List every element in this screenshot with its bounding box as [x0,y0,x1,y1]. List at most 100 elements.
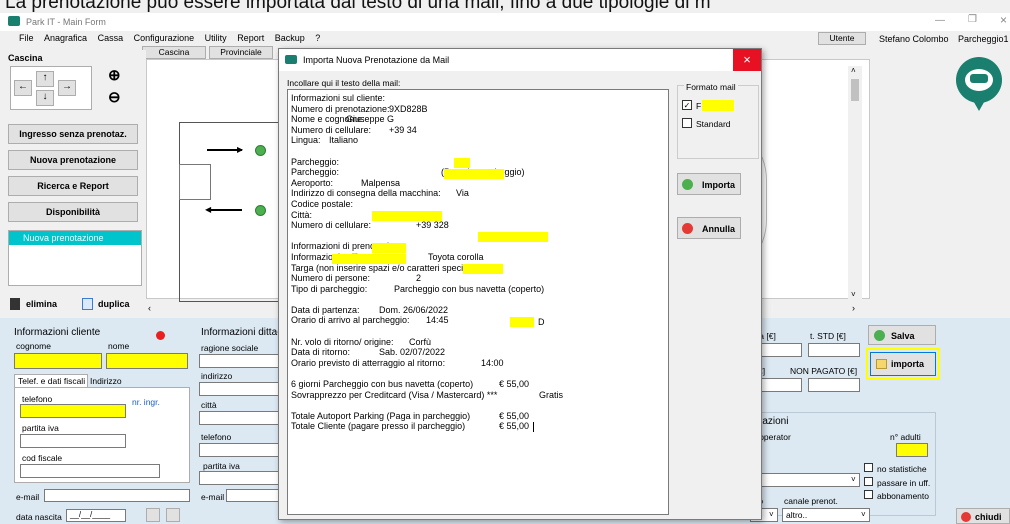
scroll-right-icon[interactable]: › [852,303,855,313]
ditta-partita-iva-input[interactable] [199,471,279,485]
tab-cascina[interactable]: Cascina [142,46,206,59]
mail-line-label: Aeroporto: [291,177,334,188]
data-nascita-input[interactable]: __/__/____ [66,509,126,522]
n-adulti-input[interactable] [896,443,928,457]
nome-input[interactable] [106,353,188,369]
mail-line-value: +39 328 [416,220,449,231]
mail-line-value: Parcheggio con bus navetta (coperto) [394,283,545,294]
trash-icon [10,298,20,310]
telefono-input[interactable] [20,404,126,418]
tab-indirizzo[interactable]: Indirizzo [88,375,124,387]
zoom-in-icon[interactable]: ⊕ [108,66,121,84]
ditta-email-input[interactable] [226,489,280,502]
window-close-icon[interactable]: × [1000,13,1007,27]
tab-provinciale[interactable]: Provinciale [209,46,273,59]
cod-fiscale-input[interactable] [20,464,160,478]
ditta-telefono-input[interactable] [199,443,279,457]
mail-line-value: Gratis [539,389,564,400]
menu-utility[interactable]: Utility [205,33,227,43]
list-item-selected[interactable]: Nuova prenotazione [9,231,141,245]
menu-help[interactable]: ? [315,33,320,43]
format-f-checkbox[interactable]: ✓ [682,100,692,110]
edit-pencil-icon[interactable] [146,508,160,522]
ditta-citta-label: città [201,400,217,410]
doc-icon[interactable] [166,508,180,522]
menu-file[interactable]: File [19,33,34,43]
non-pagato-input[interactable] [808,378,860,392]
arrow-down-icon[interactable]: ↓ [36,90,54,106]
ragione-sociale-label: ragione sociale [201,343,259,353]
nuova-prenotazione-button[interactable]: Nuova prenotazione [8,150,138,170]
salva-button[interactable]: Salva [868,325,936,345]
ditta-citta-input[interactable] [199,411,279,425]
prenotazioni-list[interactable]: Nuova prenotazione [8,230,142,286]
menu-report[interactable]: Report [237,33,264,43]
restore-icon[interactable]: ❐ [968,14,977,25]
status-dot-red [156,331,165,340]
partita-iva-label: partita iva [22,423,59,433]
ditta-indirizzo-label: indirizzo [201,371,233,381]
abbonamento-checkbox[interactable] [864,490,873,499]
cognome-input[interactable] [14,353,102,369]
mail-line: 6 giorni Parcheggio con bus navetta (cop… [291,379,663,390]
mail-line-label: Orario previsto di atterraggio al ritorn… [291,357,446,368]
email-input[interactable] [44,489,190,502]
mail-text-area[interactable]: Informazioni sul cliente: Numero di preno… [287,89,669,515]
dialog-close-icon[interactable]: × [733,49,761,71]
mail-line-value: Corfù [409,336,432,347]
arrow-up-icon[interactable]: ↑ [36,71,54,87]
duplica-button[interactable]: duplica [80,296,144,314]
disponibilita-button[interactable]: Disponibilità [8,202,138,222]
mail-line-value: € 55,00 [499,379,530,390]
user-name: Stefano Colombo [879,34,949,44]
vscroll-thumb[interactable] [851,79,859,101]
menu-configurazione[interactable]: Configurazione [134,33,195,43]
ditta-indirizzo-input[interactable] [199,382,279,396]
info-combo[interactable]: ˅ [750,473,860,487]
arrow-right-icon[interactable]: → [58,80,76,96]
scroll-up-icon[interactable]: ˄ [851,66,856,75]
mail-line: Numero di persone: 2 [291,273,663,284]
scroll-left-icon[interactable]: ‹ [148,303,151,313]
tab-telef-dati[interactable]: Telef. e dati fiscali [14,374,88,387]
canale-chevron-icon: ˅ [861,510,866,519]
mail-line: Nome e cognome: Giuseppe G [291,114,663,125]
redaction-cap [372,243,406,253]
import-folder-icon [876,359,887,369]
partita-iva-input[interactable] [20,434,126,448]
menu-anagrafica[interactable]: Anagrafica [44,33,87,43]
zoom-out-icon[interactable]: ⊖ [108,88,121,106]
ricerca-report-button[interactable]: Ricerca e Report [8,176,138,196]
user-button[interactable]: Utente [818,32,866,45]
passare-label: passare in uff. [877,478,931,488]
mail-line: Totale Cliente (pagare presso il parcheg… [291,421,663,432]
canale-select[interactable]: altro.. ˅ [782,508,870,522]
minimize-icon[interactable]: — [935,15,945,26]
mail-line-value: Giuseppe G [346,114,395,125]
non-pagato-label: NON PAGATO [€] [790,366,858,376]
importa-dialog-button[interactable]: Importa [677,173,741,195]
annulla-button[interactable]: Annulla [677,217,741,239]
format-standard-label: Standard [696,119,731,129]
check-icon [874,330,885,341]
text-cursor [533,421,534,432]
mail-line: Sovrapprezzo per Creditcard (Visa / Mast… [291,390,663,401]
format-standard-checkbox[interactable] [682,118,692,128]
no-statistiche-checkbox[interactable] [864,463,873,472]
scroll-down-icon[interactable]: ˅ [851,290,856,299]
ragione-sociale-input[interactable] [199,354,279,368]
chiudi-button[interactable]: chiudi [956,508,1010,524]
mail-line-label: Informazioni sul cliente: [291,93,386,103]
map-dot-2 [255,205,266,216]
arrow-left-icon[interactable]: ← [14,80,32,96]
menu-backup[interactable]: Backup [275,33,305,43]
t-std-input[interactable] [808,343,860,357]
importa-main-button[interactable]: importa [870,352,936,376]
elimina-button[interactable]: elimina [8,296,72,314]
passare-checkbox[interactable] [864,477,873,486]
menu-cassa[interactable]: Cassa [98,33,124,43]
ingresso-senza-button[interactable]: Ingresso senza prenotaz. [8,124,138,144]
mail-line-label: Numero di cellulare: [291,124,372,135]
map-vscroll[interactable]: ˄ ˅ [848,66,862,300]
mail-line: Totale Autoport Parking (Paga in parcheg… [291,411,663,422]
